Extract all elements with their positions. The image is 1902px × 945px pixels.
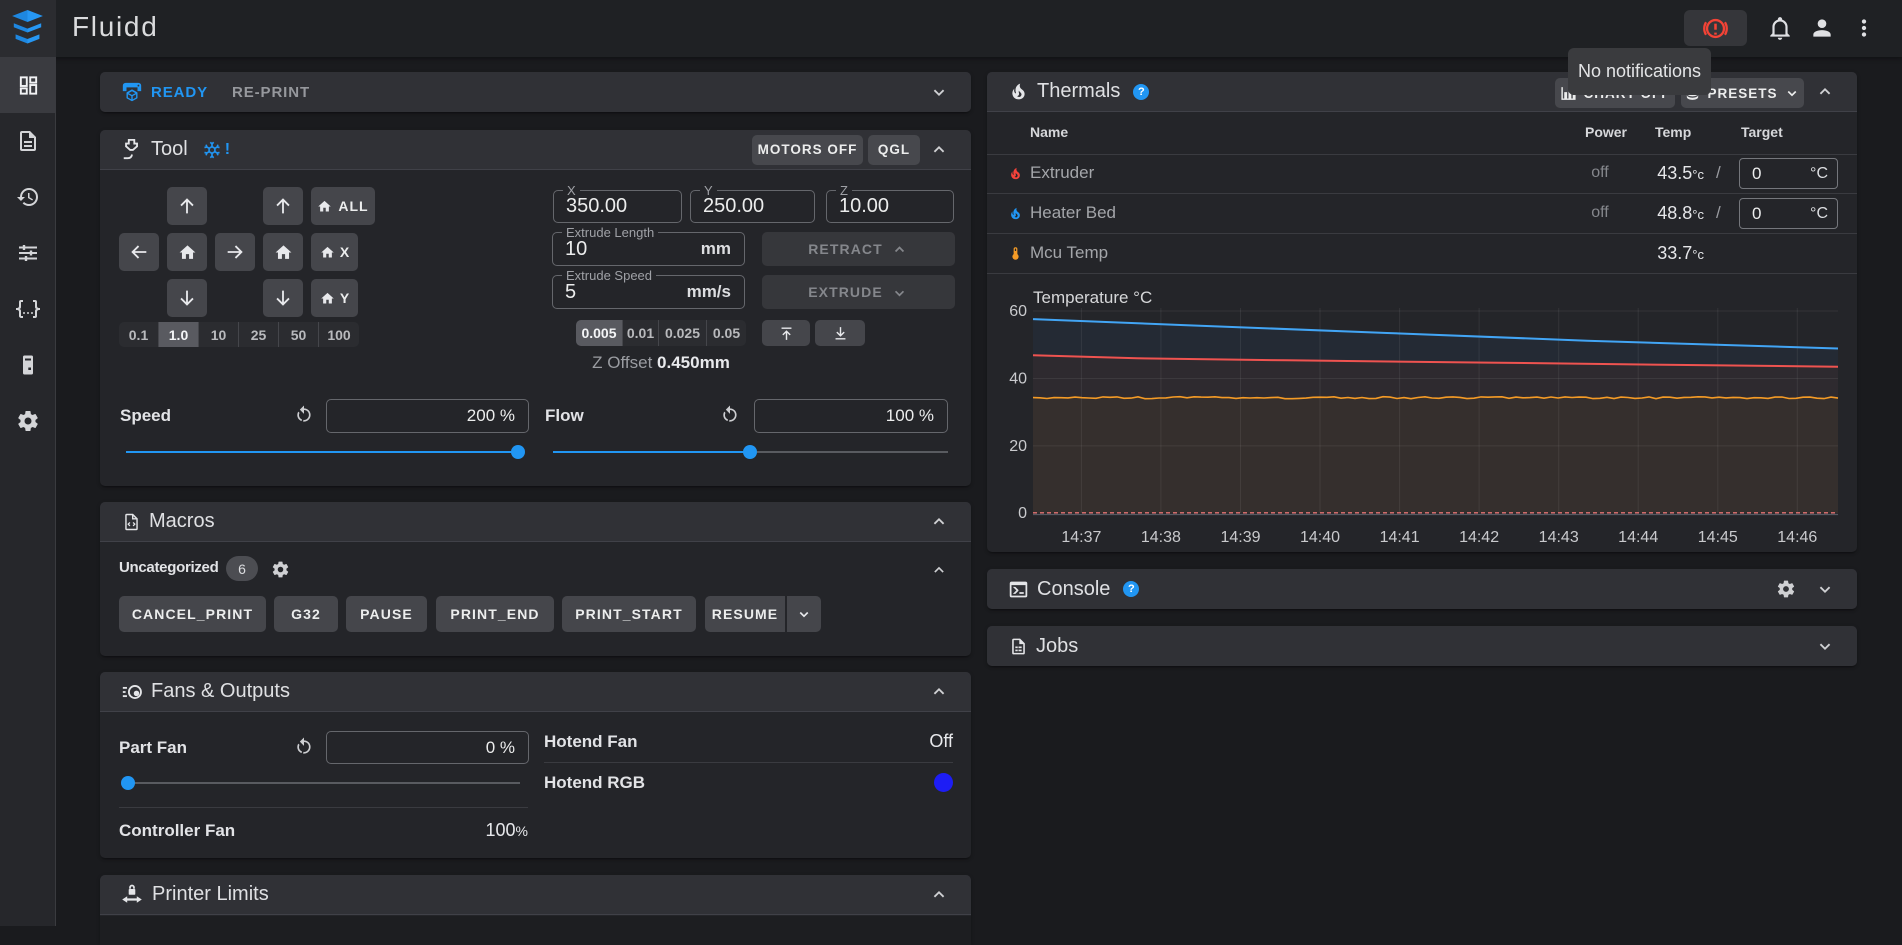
svg-text:14:37: 14:37 (1061, 529, 1101, 546)
svg-text:14:43: 14:43 (1539, 529, 1579, 546)
svg-text:14:46: 14:46 (1777, 529, 1817, 546)
svg-text:0: 0 (1018, 505, 1027, 522)
svg-text:Temperature °C: Temperature °C (1033, 288, 1152, 307)
svg-text:20: 20 (1009, 438, 1027, 455)
svg-text:14:38: 14:38 (1141, 529, 1181, 546)
svg-text:14:41: 14:41 (1380, 529, 1420, 546)
svg-text:14:40: 14:40 (1300, 529, 1340, 546)
svg-text:14:39: 14:39 (1220, 529, 1260, 546)
svg-text:40: 40 (1009, 371, 1027, 388)
svg-text:14:44: 14:44 (1618, 529, 1658, 546)
svg-text:14:45: 14:45 (1698, 529, 1738, 546)
svg-text:14:42: 14:42 (1459, 529, 1499, 546)
svg-text:60: 60 (1009, 303, 1027, 320)
